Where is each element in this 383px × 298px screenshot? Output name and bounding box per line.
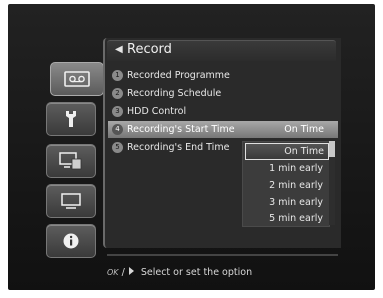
dropdown-option[interactable]: 2 min early — [245, 177, 327, 194]
menu-item-recording-start-time[interactable]: 4 Recording's Start Time On Time — [108, 121, 338, 138]
menu-item-label: Recorded Programme — [127, 70, 230, 81]
info-category-button[interactable] — [46, 224, 96, 258]
menu-item-recording-schedule[interactable]: 2 Recording Schedule — [108, 85, 338, 102]
menu-header: ◀ Record — [107, 40, 336, 61]
menu-item-label: HDD Control — [127, 106, 187, 117]
panel-bottom-divider — [107, 246, 338, 256]
menu-item-label: Recording's Start Time — [127, 124, 235, 135]
item-number-badge: 1 — [112, 70, 123, 81]
dropdown-option-label: 1 min early — [269, 163, 323, 174]
settings-category-button[interactable] — [46, 102, 96, 136]
tv-icon — [59, 152, 82, 170]
dropdown-option-label: 2 min early — [269, 180, 323, 191]
ok-key-icon: OK — [107, 268, 119, 277]
dropdown-option-label: 5 min early — [269, 213, 323, 224]
menu-item-hdd-control[interactable]: 3 HDD Control — [108, 103, 338, 120]
tape-icon — [64, 71, 90, 87]
dropdown-option[interactable]: 1 min early — [245, 160, 327, 177]
dropdown-option-label: On Time — [284, 146, 324, 157]
dropdown-option[interactable]: 5 min early — [245, 210, 327, 227]
item-number-badge: 4 — [112, 124, 123, 135]
menu-item-value: On Time — [284, 124, 324, 135]
display-category-button[interactable] — [46, 184, 96, 218]
help-text: Select or set the option — [140, 267, 253, 278]
back-arrow-icon[interactable]: ◀ — [115, 44, 123, 55]
menu-item-label: Recording Schedule — [127, 88, 222, 99]
menu-item-recorded-programme[interactable]: 1 Recorded Programme — [108, 67, 338, 84]
monitor-icon — [61, 193, 81, 209]
category-icon-bar — [46, 46, 104, 258]
item-number-badge: 5 — [112, 142, 123, 153]
start-time-dropdown: On Time 1 min early 2 min early 3 min ea… — [242, 141, 330, 227]
right-arrow-key-icon — [128, 267, 134, 275]
menu-title: Record — [127, 42, 172, 57]
help-separator: / — [121, 267, 125, 278]
dropdown-scrollbar[interactable] — [329, 141, 335, 225]
dropdown-option[interactable]: 3 min early — [245, 194, 327, 211]
dropdown-option-label: 3 min early — [269, 197, 323, 208]
menu-item-label: Recording's End Time — [127, 142, 230, 153]
channel-category-button[interactable] — [46, 144, 96, 178]
info-icon — [63, 233, 79, 249]
item-number-badge: 3 — [112, 106, 123, 117]
item-number-badge: 2 — [112, 88, 123, 99]
tool-icon — [66, 111, 76, 127]
help-bar: OK / Select or set the option — [107, 267, 252, 278]
dropdown-option[interactable]: On Time — [245, 143, 329, 160]
scrollbar-thumb[interactable] — [329, 141, 335, 157]
record-category-button[interactable] — [50, 62, 104, 96]
